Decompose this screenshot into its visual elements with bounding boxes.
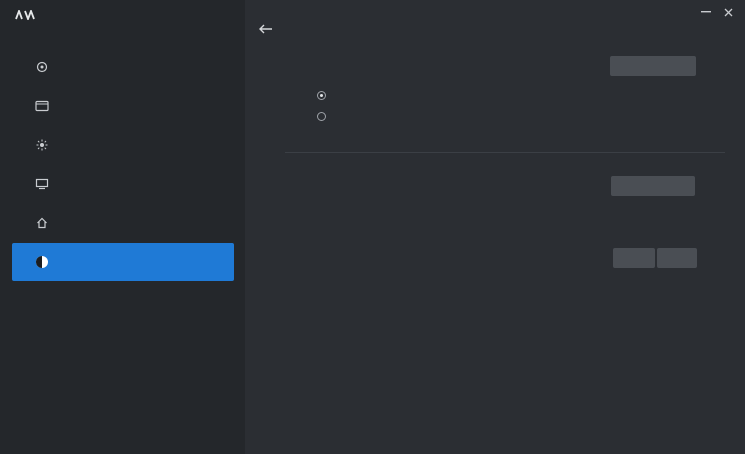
sidebar-item-home[interactable] — [12, 204, 234, 242]
radio-option[interactable] — [317, 112, 332, 121]
radio-button[interactable] — [317, 112, 326, 121]
configure-button[interactable] — [610, 56, 696, 76]
sidebar-nav — [12, 48, 234, 281]
section-divider — [285, 152, 725, 153]
display-icon — [34, 176, 50, 192]
sidebar-item-window[interactable] — [12, 87, 234, 125]
sidebar — [0, 0, 245, 454]
sidebar-item-keyboard[interactable] — [12, 48, 234, 86]
keyboard-icon — [34, 59, 50, 75]
sidebar-item-display[interactable] — [12, 165, 234, 203]
color-icon — [34, 137, 50, 153]
export-button[interactable] — [613, 248, 655, 268]
app-window — [0, 0, 745, 454]
settings-content — [245, 0, 745, 454]
import-button[interactable] — [657, 248, 697, 268]
others-icon — [34, 254, 50, 270]
app-logo-icon — [14, 9, 36, 21]
radio-option[interactable] — [317, 91, 332, 100]
reset-button[interactable] — [611, 176, 695, 196]
sidebar-item-others[interactable] — [12, 243, 234, 281]
sidebar-item-color[interactable] — [12, 126, 234, 164]
window-icon — [34, 98, 50, 114]
home-icon — [34, 215, 50, 231]
radio-button-checked[interactable] — [317, 91, 326, 100]
